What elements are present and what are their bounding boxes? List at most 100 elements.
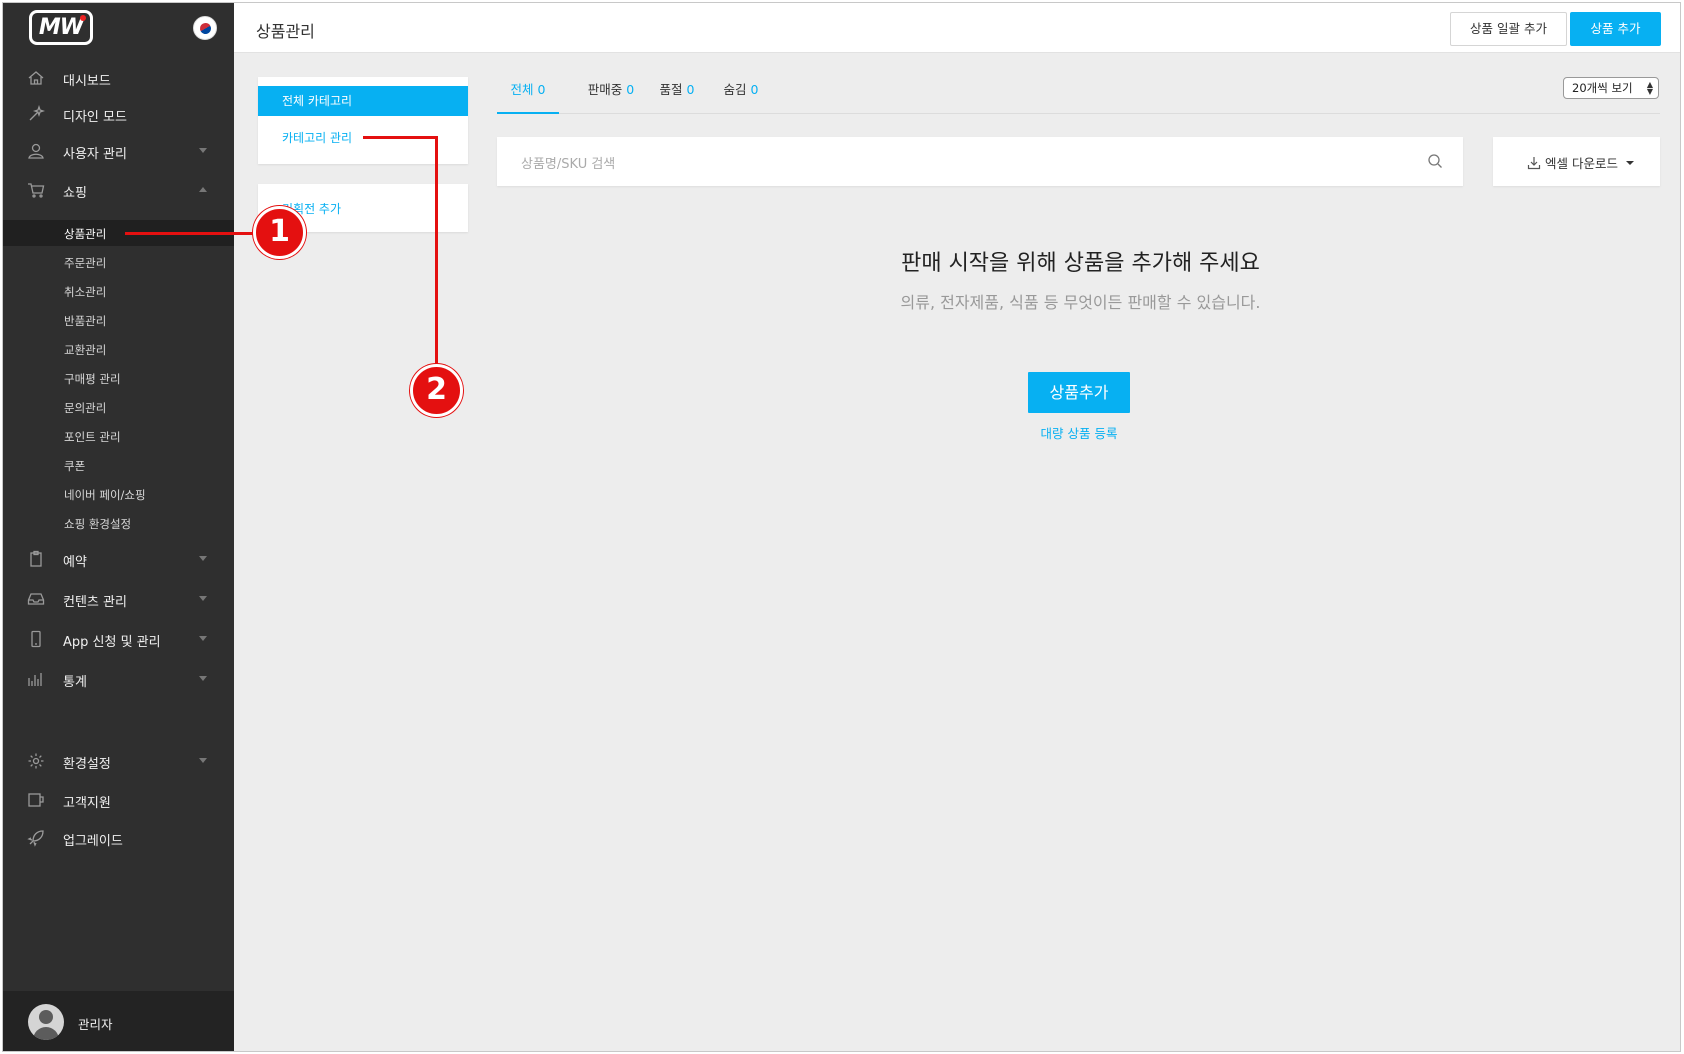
- page-title: 상품관리: [256, 22, 315, 41]
- tab-label: 전체: [510, 82, 534, 97]
- sidebar-sub-label: 문의관리: [64, 401, 107, 415]
- sidebar-sub-label: 쇼핑 환경설정: [64, 517, 132, 531]
- sidebar-sub-label: 포인트 관리: [64, 430, 121, 444]
- tab-label: 품절: [659, 82, 683, 97]
- sidebar-item-label: App 신청 및 관리: [63, 635, 161, 650]
- avatar-body: [33, 1027, 59, 1040]
- sidebar-item-design-mode[interactable]: 디자인 모드: [3, 99, 234, 129]
- chevron-down-icon: [199, 596, 207, 601]
- excel-download-label: 엑셀 다운로드: [1545, 156, 1618, 171]
- chevron-down-icon: [199, 556, 207, 561]
- caret-down-icon: [1625, 160, 1634, 165]
- excel-download-button[interactable]: 엑셀 다운로드: [1493, 137, 1660, 186]
- bulk-register-link[interactable]: 대량 상품 등록: [1003, 423, 1155, 442]
- sidebar-sub-label: 쿠폰: [64, 459, 86, 473]
- add-product-button[interactable]: 상품 추가: [1570, 12, 1661, 46]
- search-icon[interactable]: [1427, 153, 1443, 169]
- korea-flag-icon[interactable]: [193, 16, 217, 40]
- app-window: MW 대시보드 디자인 모드 사용자 관리 쇼핑 상품관리 주문관리 취소관리 …: [2, 2, 1681, 1052]
- tab-count: 0: [686, 82, 695, 97]
- sidebar-item-shopping[interactable]: 쇼핑: [3, 175, 234, 205]
- sidebar-sub-label: 주문관리: [64, 256, 107, 270]
- sidebar-sub-orders[interactable]: 주문관리: [3, 249, 234, 275]
- sidebar-item-statistics[interactable]: 통계: [3, 664, 234, 694]
- sidebar-sub-cancellations[interactable]: 취소관리: [3, 278, 234, 304]
- chevron-down-icon: [199, 676, 207, 681]
- sidebar-sub-coupons[interactable]: 쿠폰: [3, 452, 234, 478]
- tab-label: 숨김: [723, 82, 747, 97]
- home-icon: [28, 71, 44, 85]
- callout-1: 1: [253, 206, 306, 259]
- avatar-head: [39, 1010, 53, 1024]
- tab-count: 0: [750, 82, 759, 97]
- per-page-select[interactable]: 20개씩 보기 ▲ ▼: [1563, 77, 1659, 99]
- sidebar-sub-label: 네이버 페이/쇼핑: [64, 488, 146, 502]
- sidebar-sub-naver-pay[interactable]: 네이버 페이/쇼핑: [3, 481, 234, 507]
- per-page-value: 20개씩 보기: [1572, 81, 1633, 95]
- mobile-icon: [31, 630, 41, 648]
- search-input[interactable]: 상품명/SKU 검색: [497, 137, 1463, 186]
- flag-taegeuk: [197, 20, 214, 37]
- tab-count: 0: [626, 82, 635, 97]
- sidebar-item-upgrade[interactable]: 업그레이드: [3, 823, 234, 853]
- sidebar-sub-label: 교환관리: [64, 343, 107, 357]
- sidebar-item-label: 컨텐츠 관리: [63, 595, 127, 610]
- sidebar-item-dashboard[interactable]: 대시보드: [3, 63, 234, 93]
- user-icon: [28, 143, 44, 159]
- cup-icon: [28, 793, 44, 807]
- user-profile[interactable]: 관리자: [3, 991, 234, 1051]
- sidebar-item-label: 쇼핑: [63, 186, 87, 201]
- bar-chart-icon: [28, 673, 42, 686]
- sidebar-sub-points[interactable]: 포인트 관리: [3, 423, 234, 449]
- tab-hidden[interactable]: 숨김 0: [711, 79, 771, 114]
- avatar: [28, 1004, 64, 1040]
- sidebar-item-label: 통계: [63, 675, 87, 690]
- empty-add-product-button[interactable]: 상품추가: [1028, 372, 1130, 413]
- tab-count: 0: [537, 82, 546, 97]
- sidebar-sub-inquiries[interactable]: 문의관리: [3, 394, 234, 420]
- chevron-up-icon: [199, 187, 207, 192]
- brand-logo[interactable]: MW: [29, 10, 93, 45]
- sidebar-item-label: 고객지원: [63, 796, 111, 811]
- sidebar-sub-label: 반품관리: [64, 314, 107, 328]
- top-header: 상품관리 상품 일괄 추가 상품 추가: [234, 3, 1680, 53]
- search-placeholder: 상품명/SKU 검색: [521, 157, 616, 172]
- sidebar-item-label: 업그레이드: [63, 834, 123, 849]
- sidebar: MW 대시보드 디자인 모드 사용자 관리 쇼핑 상품관리 주문관리 취소관리 …: [3, 3, 234, 1051]
- tab-sold-out[interactable]: 품절 0: [647, 79, 707, 114]
- tab-on-sale[interactable]: 판매중 0: [571, 79, 651, 114]
- sidebar-item-label: 사용자 관리: [63, 147, 127, 162]
- chevron-down-icon: [199, 758, 207, 763]
- bulk-add-products-button[interactable]: 상품 일괄 추가: [1450, 12, 1567, 46]
- download-icon: [1527, 156, 1541, 169]
- sidebar-item-contents[interactable]: 컨텐츠 관리: [3, 584, 234, 614]
- empty-state-title: 판매 시작을 위해 상품을 추가해 주세요: [901, 251, 1260, 276]
- clipboard-icon: [30, 550, 42, 567]
- cart-icon: [28, 183, 45, 198]
- sidebar-item-reservations[interactable]: 예약: [3, 544, 234, 574]
- logo-text: MW: [38, 15, 84, 40]
- category-all[interactable]: 전체 카테고리: [258, 86, 468, 116]
- sidebar-sub-reviews[interactable]: 구매평 관리: [3, 365, 234, 391]
- tab-label: 판매중: [587, 82, 623, 97]
- sidebar-sub-label: 상품관리: [64, 227, 107, 241]
- callout-2-line-vertical: [435, 136, 438, 364]
- callout-2: 2: [410, 364, 463, 417]
- sidebar-sub-returns[interactable]: 반품관리: [3, 307, 234, 333]
- chevron-down-icon: [199, 148, 207, 153]
- sidebar-item-label: 대시보드: [63, 74, 111, 89]
- sidebar-item-label: 환경설정: [63, 757, 111, 772]
- callout-2-line-horizontal: [363, 136, 438, 139]
- callout-1-line: [125, 232, 255, 235]
- sidebar-item-users[interactable]: 사용자 관리: [3, 136, 234, 166]
- sidebar-item-settings[interactable]: 환경설정: [3, 746, 234, 776]
- tab-all[interactable]: 전체 0: [497, 79, 559, 114]
- category-manage-link[interactable]: 카테고리 관리: [282, 129, 352, 146]
- sidebar-item-support[interactable]: 고객지원: [3, 785, 234, 815]
- empty-state-subtitle: 의류, 전자제품, 식품 등 무엇이든 판매할 수 있습니다.: [900, 293, 1261, 312]
- sidebar-sub-shop-settings[interactable]: 쇼핑 환경설정: [3, 510, 234, 536]
- sidebar-item-app[interactable]: App 신청 및 관리: [3, 624, 234, 654]
- select-arrows-icon: ▲ ▼: [1646, 80, 1653, 96]
- chevron-down-icon: [199, 636, 207, 641]
- sidebar-sub-exchanges[interactable]: 교환관리: [3, 336, 234, 362]
